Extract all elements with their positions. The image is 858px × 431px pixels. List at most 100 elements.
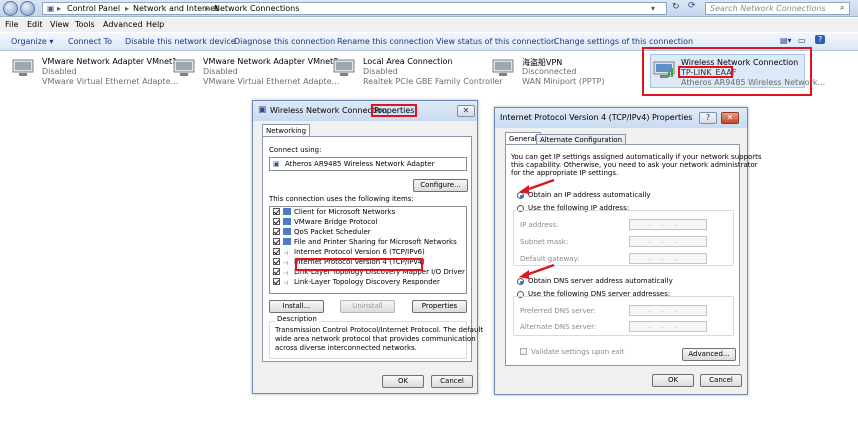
chevron-down-icon[interactable]: ▾ <box>651 3 655 14</box>
validate-label: Validate settings upon exit <box>531 348 625 356</box>
list-item[interactable]: VMware Bridge Protocol <box>273 218 377 228</box>
protocol-icon <box>283 218 291 225</box>
checkbox[interactable] <box>273 218 280 225</box>
network-adapter-icon <box>492 59 514 76</box>
chevron-right-icon: ▸ <box>205 4 210 13</box>
advanced-button[interactable]: Advanced... <box>682 348 736 361</box>
items-list: Client for Microsoft Networks VMware Bri… <box>269 206 467 294</box>
menu-advanced[interactable]: Advanced <box>103 20 143 29</box>
list-item-label: QoS Packet Scheduler <box>294 228 371 236</box>
adapter-status: Disabled <box>203 67 238 76</box>
view-status-button[interactable]: View status of this connection <box>436 37 556 46</box>
list-item-label: Link-Layer Topology Discovery Responder <box>294 278 440 286</box>
adapter-vpn[interactable]: 海盗船VPN Disconnected WAN Miniport (PPTP) <box>492 57 617 89</box>
ok-button[interactable]: OK <box>652 374 694 387</box>
wireless-properties-dialog: ▣ Wireless Network Connection Properties… <box>252 100 483 394</box>
breadcrumb-control-panel[interactable]: Control Panel <box>67 3 120 14</box>
menu-view[interactable]: View <box>50 20 69 29</box>
network-adapter-icon <box>173 59 195 76</box>
help-button[interactable]: ? <box>699 112 717 124</box>
menu-file[interactable]: File <box>5 20 18 29</box>
network-card-icon: ▣ <box>273 160 280 168</box>
adapter-status: Disconnected <box>522 67 577 76</box>
items-label: This connection uses the following items… <box>269 195 414 203</box>
dialog-titlebar: ▣ Wireless Network Connection Properties <box>253 101 477 121</box>
network-adapter-icon <box>333 59 355 76</box>
tab-networking[interactable]: Networking <box>262 124 311 136</box>
list-item[interactable]: ⊣ Internet Protocol Version 6 (TCP/IPv6) <box>273 248 425 258</box>
list-item[interactable]: ⊣ Link-Layer Topology Discovery Responder <box>273 278 440 288</box>
client-icon <box>283 208 291 215</box>
menu-edit[interactable]: Edit <box>27 20 43 29</box>
folder-icon: ▣ <box>47 4 55 13</box>
list-item-label: File and Printer Sharing for Microsoft N… <box>294 238 457 246</box>
highlight-box-ssid <box>678 66 733 78</box>
auto-dns-radio[interactable] <box>517 278 524 285</box>
checkbox[interactable] <box>273 228 280 235</box>
checkbox[interactable] <box>273 238 280 245</box>
connect-using-label: Connect using: <box>269 146 322 154</box>
adapter-vmnet1[interactable]: VMware Network Adapter VMnet1 Disabled V… <box>12 57 178 89</box>
menu-bar: File Edit View Tools Advanced Help <box>0 18 858 32</box>
close-button[interactable]: ✕ <box>721 112 739 124</box>
subnet-mask-field: ... <box>629 236 707 247</box>
connect-to-button[interactable]: Connect To <box>68 37 112 46</box>
adapter-name: VMware Network Adapter VMnet1 <box>42 57 178 66</box>
refresh-icon[interactable]: ↻ <box>672 2 680 12</box>
networking-panel: Connect using: ▣ Atheros AR9485 Wireless… <box>262 136 483 362</box>
breadcrumb[interactable]: ▣ ▸ Control Panel ▸ Network and Internet… <box>42 2 667 15</box>
properties-button[interactable]: Properties <box>412 300 467 313</box>
rename-button[interactable]: Rename this connection <box>337 37 434 46</box>
default-gateway-field: ... <box>629 253 707 264</box>
cancel-button[interactable]: Cancel <box>431 375 473 388</box>
checkbox[interactable] <box>273 208 280 215</box>
search-icon[interactable]: ⌕ <box>840 3 844 13</box>
checkbox[interactable] <box>273 258 280 265</box>
breadcrumb-network-connections[interactable]: Network Connections <box>214 3 299 14</box>
configure-button[interactable]: Configure... <box>413 179 468 192</box>
help-icon[interactable]: ? <box>815 35 826 44</box>
dialog-title-prefix: Wireless Network Connection <box>270 106 388 115</box>
intro-text: this capability. Otherwise, you need to … <box>511 161 758 169</box>
red-arrow-icon <box>519 263 555 279</box>
close-button[interactable]: ✕ <box>457 105 475 117</box>
description-text: across diverse interconnected networks. <box>275 344 417 352</box>
refresh-icon[interactable]: ⟳ <box>688 1 696 11</box>
checkbox[interactable] <box>273 278 280 285</box>
list-item[interactable]: File and Printer Sharing for Microsoft N… <box>273 238 457 248</box>
checkbox[interactable] <box>273 268 280 275</box>
view-options-icon[interactable]: ▤▾ <box>780 36 792 45</box>
list-item[interactable]: Client for Microsoft Networks <box>273 208 395 218</box>
adapter-vmnet8[interactable]: VMware Network Adapter VMnet8 Disabled V… <box>173 57 339 89</box>
forward-icon[interactable] <box>20 1 35 16</box>
ipv4-properties-dialog: Internet Protocol Version 4 (TCP/IPv4) P… <box>494 107 762 395</box>
service-icon <box>283 228 291 235</box>
preferred-dns-field: ... <box>629 305 707 316</box>
cancel-button[interactable]: Cancel <box>700 374 742 387</box>
menu-help[interactable]: Help <box>146 20 164 29</box>
alternate-dns-field: ... <box>629 321 707 332</box>
network-adapter-icon <box>12 59 34 76</box>
change-settings-button[interactable]: Change settings of this connection <box>554 37 693 46</box>
chevron-right-icon: ▸ <box>125 4 130 13</box>
list-item[interactable]: QoS Packet Scheduler <box>273 228 371 238</box>
search-input[interactable]: Search Network Connections <box>705 2 850 15</box>
organize-button[interactable]: Organize ▾ <box>11 37 53 46</box>
ok-button[interactable]: OK <box>382 375 424 388</box>
adapter-device: VMware Virtual Ethernet Adapte... <box>203 77 340 86</box>
disable-device-button[interactable]: Disable this network device <box>125 37 236 46</box>
preferred-dns-label: Preferred DNS server: <box>520 307 597 315</box>
preview-pane-icon[interactable]: ▭ <box>798 36 806 45</box>
install-button[interactable]: Install... <box>269 300 324 313</box>
menu-tools[interactable]: Tools <box>75 20 95 29</box>
diagnose-button[interactable]: Diagnose this connection <box>234 37 335 46</box>
list-item-label: VMware Bridge Protocol <box>294 218 378 226</box>
checkbox[interactable] <box>273 248 280 255</box>
validate-checkbox <box>520 348 527 355</box>
service-icon <box>283 238 291 245</box>
tab-alternate-configuration[interactable]: Alternate Configuration <box>536 134 627 144</box>
adapter-name: Local Area Connection <box>363 57 453 66</box>
dialog-title: Internet Protocol Version 4 (TCP/IPv4) P… <box>500 113 693 122</box>
back-icon[interactable] <box>3 1 18 16</box>
adapter-local-area[interactable]: Local Area Connection Disabled Realtek P… <box>333 57 503 89</box>
